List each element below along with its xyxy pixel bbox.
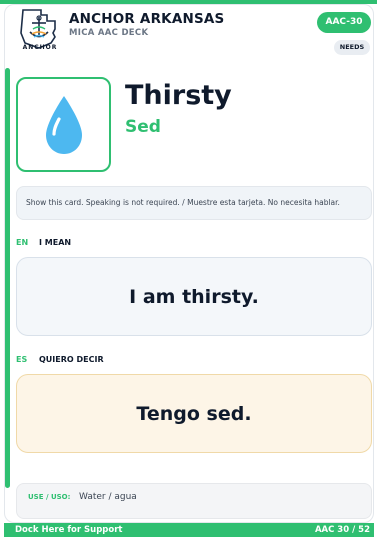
- english-label-row: EN I MEAN: [16, 238, 71, 247]
- card-title-english: Thirsty: [125, 80, 232, 111]
- left-accent-bar: [5, 68, 10, 488]
- deck-name: MICA AAC DECK: [69, 28, 149, 38]
- card-title-spanish: Sed: [125, 117, 161, 137]
- spanish-label: QUIERO DECIR: [39, 355, 104, 364]
- english-label: I MEAN: [39, 238, 72, 247]
- spanish-label-row: ES QUIERO DECIR: [16, 355, 104, 364]
- english-phrase-box[interactable]: I am thirsty.: [16, 257, 372, 336]
- support-dock-link[interactable]: Dock Here for Support: [15, 525, 122, 535]
- card-picture: [16, 77, 111, 172]
- spanish-code: ES: [16, 355, 28, 364]
- spanish-phrase-box[interactable]: Tengo sed.: [16, 374, 372, 453]
- use-label: USE / USO:: [28, 493, 71, 501]
- water-drop-icon: [45, 95, 82, 154]
- org-name: ANCHOR ARKANSAS: [69, 11, 225, 27]
- english-phrase: I am thirsty.: [129, 285, 259, 308]
- use-box: USE / USO: Water / agua: [16, 483, 372, 519]
- card-code-badge: AAC-30: [317, 12, 371, 33]
- page-counter: AAC 30 / 52: [314, 525, 370, 535]
- instruction-banner: Show this card. Speaking is not required…: [16, 186, 372, 220]
- category-badge: NEEDS: [334, 40, 370, 55]
- use-text: Water / agua: [79, 492, 137, 502]
- footer-bar: Dock Here for Support AAC 30 / 52: [4, 523, 374, 537]
- english-code: EN: [16, 238, 29, 247]
- spanish-phrase: Tengo sed.: [136, 402, 252, 425]
- logo-wordmark: ANCHOR: [22, 44, 58, 51]
